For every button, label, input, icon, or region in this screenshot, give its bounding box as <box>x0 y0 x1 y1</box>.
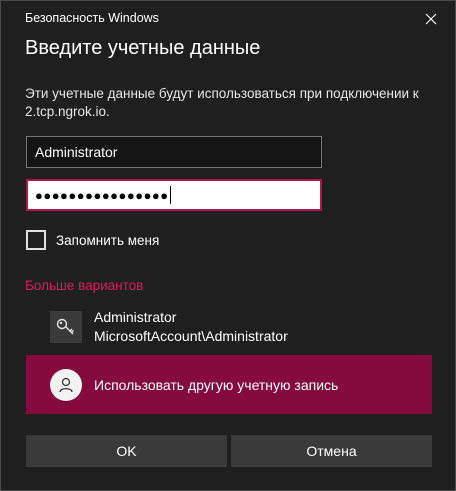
credentials-dialog: Безопасность Windows Введите учетные дан… <box>0 0 456 491</box>
username-field[interactable]: Administrator <box>26 136 322 168</box>
account-avatar <box>50 311 82 343</box>
dialog-heading: Введите учетные данные <box>25 37 261 59</box>
use-another-account-option[interactable]: Использовать другую учетную запись <box>26 355 432 414</box>
remember-me-label: Запомнить меня <box>56 232 160 248</box>
remember-me-checkbox[interactable]: Запомнить меня <box>26 230 159 250</box>
account-name: Administrator <box>94 309 177 325</box>
username-value: Administrator <box>35 144 118 160</box>
close-icon <box>425 13 437 25</box>
account-details: Administrator MicrosoftAccount\Administr… <box>94 308 288 346</box>
key-icon <box>56 318 74 335</box>
cancel-button[interactable]: Отмена <box>231 435 432 467</box>
more-options-link[interactable]: Больше вариантов <box>25 278 143 293</box>
account-identifier: MicrosoftAccount\Administrator <box>94 328 288 344</box>
account-option-administrator[interactable]: Administrator MicrosoftAccount\Administr… <box>26 303 432 351</box>
user-icon <box>59 377 73 392</box>
title-bar: Безопасность Windows <box>1 1 455 35</box>
use-another-account-label: Использовать другую учетную запись <box>94 376 339 393</box>
text-caret <box>169 186 171 204</box>
password-mask: ●●●●●●●●●●●●●●●● <box>35 187 169 203</box>
dialog-description: Эти учетные данные будут использоваться … <box>25 86 419 119</box>
password-field[interactable]: ●●●●●●●●●●●●●●●● <box>26 179 322 211</box>
ok-button[interactable]: OK <box>26 435 227 467</box>
window-title: Безопасность Windows <box>25 11 159 25</box>
checkbox-box[interactable] <box>26 230 46 250</box>
other-account-avatar <box>50 368 82 401</box>
close-button[interactable] <box>415 5 447 33</box>
